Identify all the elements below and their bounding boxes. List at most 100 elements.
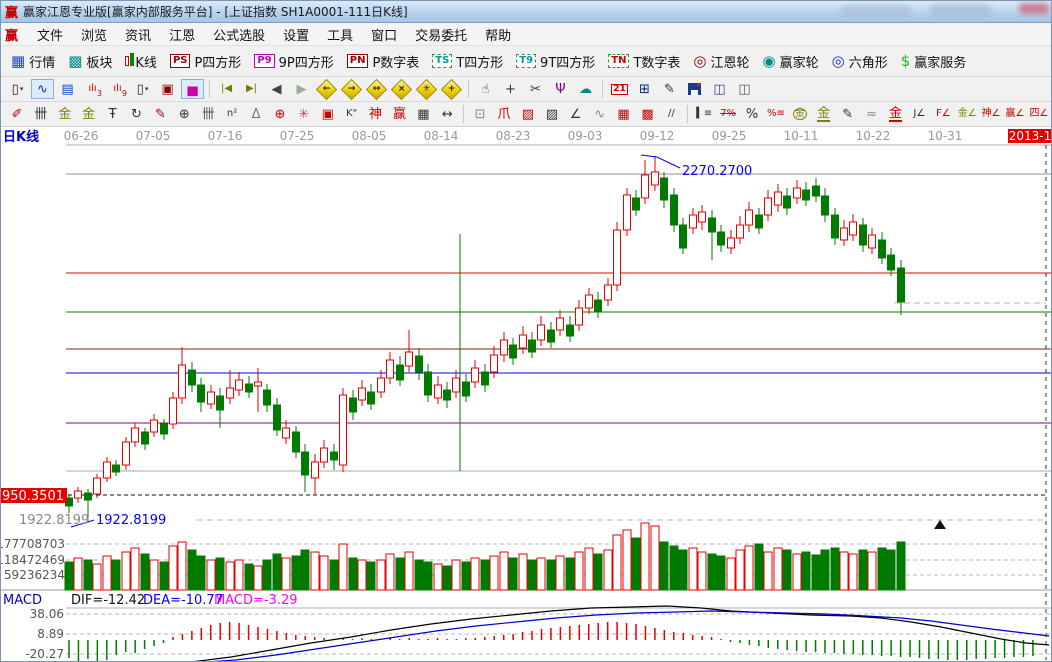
win-angle-tool[interactable]: 赢∠: [1004, 104, 1026, 124]
percent-lines-tool[interactable]: %≡: [765, 104, 787, 124]
title-bar[interactable]: 赢 赢家江恩专业版[赢家内部服务平台] - [上证指数 SH1A0001-111…: [1, 1, 1051, 23]
triangle-tool[interactable]: Δ: [245, 104, 267, 124]
time-circle-tool[interactable]: ⊕: [173, 104, 195, 124]
red-grid-tool[interactable]: ▦: [613, 104, 635, 124]
shen-tool[interactable]: 神: [365, 104, 387, 124]
9p-square-button[interactable]: P99P四方形: [254, 52, 333, 71]
prev-bar-button[interactable]: ◀: [265, 79, 288, 99]
ink-pen-tool[interactable]: ✎: [837, 104, 859, 124]
gann-wheel-button[interactable]: ◎江恩轮: [693, 52, 749, 71]
cycle-9-bars-button[interactable]: ılı9: [106, 79, 129, 99]
color-histogram-button[interactable]: ▅: [181, 79, 204, 99]
candle-style-dropdown[interactable]: ▯▾: [131, 79, 154, 99]
parallel-lines-tool[interactable]: //: [660, 104, 682, 124]
f-grid-tool[interactable]: Ŧ: [102, 104, 124, 124]
hexagon-button[interactable]: ◎六角形: [832, 52, 888, 71]
diamond-left-button[interactable]: ←: [315, 79, 338, 99]
winner-service-button[interactable]: $赢家服务: [901, 52, 967, 71]
numbered-grid-tool[interactable]: ▦: [412, 104, 434, 124]
save-button[interactable]: [683, 79, 706, 99]
win-tool[interactable]: 赢: [389, 104, 411, 124]
k-projection-tool[interactable]: K": [341, 104, 363, 124]
blurred-window-controls[interactable]: [1019, 3, 1049, 14]
gold-red-tool[interactable]: 金: [885, 104, 907, 124]
web-tool[interactable]: ✳: [293, 104, 315, 124]
export-data-button[interactable]: ◫: [708, 79, 731, 99]
j-angle-tool[interactable]: J∠: [908, 104, 930, 124]
menu-browse[interactable]: 浏览: [72, 23, 116, 46]
window-grid-tool[interactable]: ⊡: [469, 104, 491, 124]
wave-tool[interactable]: ≈: [861, 104, 883, 124]
menu-trade-order[interactable]: 交易委托: [406, 23, 476, 46]
p-square-button[interactable]: PSP四方形: [170, 52, 241, 71]
chart-area[interactable]: 日K线06-2607-0507-1607-2508-0508-1408-2309…: [1, 127, 1052, 662]
p-number-table-button[interactable]: PNP数字表: [347, 52, 420, 71]
diamond-hspan-button[interactable]: ↔: [365, 79, 388, 99]
crosshair-tool-button[interactable]: +: [499, 79, 522, 99]
diamond-expand-button[interactable]: +: [440, 79, 463, 99]
sectors-button[interactable]: ▩板块: [68, 52, 112, 71]
notepad-button[interactable]: ✎: [658, 79, 681, 99]
gann-tool-button[interactable]: Ψ: [549, 79, 572, 99]
fan-box-2-tool[interactable]: ▨: [541, 104, 563, 124]
menu-news[interactable]: 资讯: [116, 23, 160, 46]
grid-lines-tool[interactable]: 卌: [30, 104, 52, 124]
f10-info-button[interactable]: ▤: [56, 79, 79, 99]
overlay-lines-button[interactable]: ∿: [31, 79, 54, 99]
n-square-tool[interactable]: n²: [221, 104, 243, 124]
menu-formula-stock-pick[interactable]: 公式选股: [204, 23, 274, 46]
diamond-right-button[interactable]: →: [340, 79, 363, 99]
menu-help[interactable]: 帮助: [476, 23, 520, 46]
import-data-button[interactable]: ◫: [733, 79, 756, 99]
cycle-3-bars-button[interactable]: ılı3: [81, 79, 104, 99]
kline-chart-canvas[interactable]: 日K线06-2607-0507-1607-2508-0508-1408-2309…: [1, 127, 1052, 662]
bar-scale-tool[interactable]: ▍≡: [693, 104, 715, 124]
kline-button[interactable]: K线: [125, 52, 157, 71]
menu-settings[interactable]: 设置: [274, 23, 318, 46]
fan-lines-icon: 爪: [498, 108, 511, 121]
angle-pen-tool[interactable]: ✐: [6, 104, 28, 124]
fan-box-tool[interactable]: ▨: [517, 104, 539, 124]
red-grid-2-tool[interactable]: ▩: [637, 104, 659, 124]
angle-lines-tool[interactable]: ∠: [565, 104, 587, 124]
winner-wheel-button[interactable]: ◉赢家轮: [763, 52, 819, 71]
percent-tool[interactable]: %: [741, 104, 763, 124]
quotes-button[interactable]: ▦行情: [11, 52, 55, 71]
gann-box-button[interactable]: ▣: [156, 79, 179, 99]
spiral-tool[interactable]: ↻: [126, 104, 148, 124]
hand-tool-button[interactable]: ☝: [474, 79, 497, 99]
calculator-button[interactable]: ⊞: [633, 79, 656, 99]
first-bar-button[interactable]: |◀: [215, 79, 238, 99]
gann-circle-tool[interactable]: ⊕: [269, 104, 291, 124]
box-web-tool[interactable]: ▣: [317, 104, 339, 124]
fan-lines-tool[interactable]: 爪: [493, 104, 515, 124]
gold-grid-2-tool[interactable]: 金: [78, 104, 100, 124]
span-arrows-tool[interactable]: ↔: [436, 104, 458, 124]
gold-circle-tool[interactable]: 金: [789, 104, 811, 124]
t-number-table-button[interactable]: TNT数字表: [608, 52, 680, 71]
diamond-star-button[interactable]: ✳: [415, 79, 438, 99]
shen-angle-tool[interactable]: 神∠: [980, 104, 1002, 124]
9t-square-button[interactable]: T99T四方形: [516, 52, 595, 71]
menu-gann[interactable]: 江恩: [160, 23, 204, 46]
analysis-tool-button[interactable]: ☁: [574, 79, 597, 99]
f-angle-tool[interactable]: F∠: [932, 104, 954, 124]
diamond-close-button[interactable]: ×: [390, 79, 413, 99]
four-angle-tool[interactable]: 四∠: [1028, 104, 1050, 124]
menu-file[interactable]: 文件: [28, 23, 72, 46]
marker-pen-tool[interactable]: ✎: [149, 104, 171, 124]
t-square-button[interactable]: TST四方形: [432, 52, 503, 71]
last-bar-button[interactable]: ▶|: [240, 79, 263, 99]
calendar-button[interactable]: 21: [608, 79, 631, 99]
gold-angle-tool[interactable]: 金∠: [956, 104, 978, 124]
erase-tool-button[interactable]: ✂: [524, 79, 547, 99]
menu-tools[interactable]: 工具: [318, 23, 362, 46]
menu-window[interactable]: 窗口: [362, 23, 406, 46]
kline-period-dropdown[interactable]: ▯▾: [6, 79, 29, 99]
next-bar-button[interactable]: ▶: [290, 79, 313, 99]
percent-7-tool[interactable]: 7%: [717, 104, 739, 124]
gold-grid-tool[interactable]: 金: [54, 104, 76, 124]
zigzag-tool[interactable]: ∿: [589, 104, 611, 124]
gold-lines-tool[interactable]: 金: [813, 104, 835, 124]
density-grid-tool[interactable]: 卌: [197, 104, 219, 124]
